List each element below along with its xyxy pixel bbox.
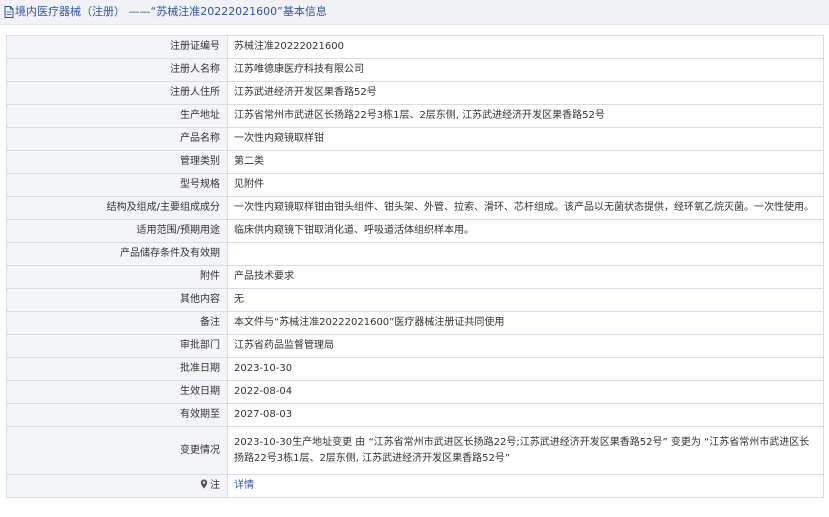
- row-value-other-content: 无: [227, 288, 824, 312]
- row-label-approval-department: 审批部门: [6, 334, 228, 358]
- row-label-registrant-address: 注册人住所: [6, 81, 228, 105]
- table-row: 适用范围/预期用途 临床供内窥镜下钳取消化道、呼吸道活体组织样本用。: [6, 219, 824, 243]
- row-label-note: 注: [6, 474, 228, 498]
- location-pin-icon: [200, 479, 208, 489]
- row-label-storage-validity: 产品储存条件及有效期: [6, 242, 228, 266]
- row-value-model-spec: 见附件: [227, 173, 824, 197]
- table-row: 管理类别 第二类: [6, 150, 824, 174]
- row-label-approval-date: 批准日期: [6, 357, 228, 381]
- row-label-management-category: 管理类别: [6, 150, 228, 174]
- table-row: 生产地址 江苏省常州市武进区长扬路22号3栋1层、2层东侧, 江苏武进经济开发区…: [6, 104, 824, 128]
- page-title: 境内医疗器械（注册） ——“苏械注准20222021600”基本信息: [15, 5, 327, 18]
- row-label-product-name: 产品名称: [6, 127, 228, 151]
- row-label-registration-number: 注册证编号: [6, 35, 228, 59]
- row-value-registrant-name: 江苏唯德康医疗科技有限公司: [227, 58, 824, 82]
- row-label-change-history: 变更情况: [6, 426, 228, 475]
- row-label-remarks: 备注: [6, 311, 228, 335]
- table-row: 产品储存条件及有效期: [6, 242, 824, 266]
- row-value-storage-validity: [227, 242, 824, 266]
- row-value-details: 详情: [227, 474, 824, 498]
- row-value-approval-date: 2023-10-30: [227, 357, 824, 381]
- row-label-other-content: 其他内容: [6, 288, 228, 312]
- row-value-remarks: 本文件与“苏械注准20222021600”医疗器械注册证共同使用: [227, 311, 824, 335]
- details-link[interactable]: 详情: [234, 480, 254, 491]
- row-label-model-spec: 型号规格: [6, 173, 228, 197]
- table-row: 注册人名称 江苏唯德康医疗科技有限公司: [6, 58, 824, 82]
- row-value-production-address: 江苏省常州市武进区长扬路22号3栋1层、2层东侧, 江苏武进经济开发区果香路52…: [227, 104, 824, 128]
- row-value-effective-date: 2022-08-04: [227, 380, 824, 404]
- table-row: 有效期至 2027-08-03: [6, 403, 824, 427]
- row-label-production-address: 生产地址: [6, 104, 228, 128]
- table-row: 型号规格 见附件: [6, 173, 824, 197]
- table-row: 结构及组成/主要组成成分 一次性内窥镜取样钳由钳头组件、钳头架、外管、拉索、滑环…: [6, 196, 824, 220]
- row-value-valid-until: 2027-08-03: [227, 403, 824, 427]
- row-value-management-category: 第二类: [227, 150, 824, 174]
- page-header: 境内医疗器械（注册） ——“苏械注准20222021600”基本信息: [0, 0, 829, 25]
- table-row: 其他内容 无: [6, 288, 824, 312]
- row-label-attachment: 附件: [6, 265, 228, 289]
- row-value-registration-number: 苏械注准20222021600: [227, 35, 824, 59]
- row-label-valid-until: 有效期至: [6, 403, 228, 427]
- row-label-registrant-name: 注册人名称: [6, 58, 228, 82]
- table-row: 注册人住所 江苏武进经济开发区果香路52号: [6, 81, 824, 105]
- row-value-attachment: 产品技术要求: [227, 265, 824, 289]
- note-label-text: 注: [210, 480, 220, 491]
- table-row: 产品名称 一次性内窥镜取样钳: [6, 127, 824, 151]
- row-value-intended-use: 临床供内窥镜下钳取消化道、呼吸道活体组织样本用。: [227, 219, 824, 243]
- table-row: 注 详情: [6, 474, 824, 498]
- row-value-change-history: 2023-10-30生产地址变更 由 “江苏省常州市武进区长扬路22号;江苏武进…: [227, 426, 824, 475]
- table-row: 备注 本文件与“苏械注准20222021600”医疗器械注册证共同使用: [6, 311, 824, 335]
- table-row: 附件 产品技术要求: [6, 265, 824, 289]
- row-label-effective-date: 生效日期: [6, 380, 228, 404]
- row-value-approval-department: 江苏省药品监督管理局: [227, 334, 824, 358]
- document-icon: [4, 6, 14, 18]
- row-value-product-name: 一次性内窥镜取样钳: [227, 127, 824, 151]
- table-row: 审批部门 江苏省药品监督管理局: [6, 334, 824, 358]
- table-row: 变更情况 2023-10-30生产地址变更 由 “江苏省常州市武进区长扬路22号…: [6, 426, 824, 475]
- row-label-structure-composition: 结构及组成/主要组成成分: [6, 196, 228, 220]
- row-value-structure-composition: 一次性内窥镜取样钳由钳头组件、钳头架、外管、拉索、滑环、芯杆组成。该产品以无菌状…: [227, 196, 824, 220]
- row-value-registrant-address: 江苏武进经济开发区果香路52号: [227, 81, 824, 105]
- table-row: 注册证编号 苏械注准20222021600: [6, 35, 824, 59]
- row-label-intended-use: 适用范围/预期用途: [6, 219, 228, 243]
- table-row: 批准日期 2023-10-30: [6, 357, 824, 381]
- info-table: 注册证编号 苏械注准20222021600 注册人名称 江苏唯德康医疗科技有限公…: [6, 35, 824, 498]
- table-row: 生效日期 2022-08-04: [6, 380, 824, 404]
